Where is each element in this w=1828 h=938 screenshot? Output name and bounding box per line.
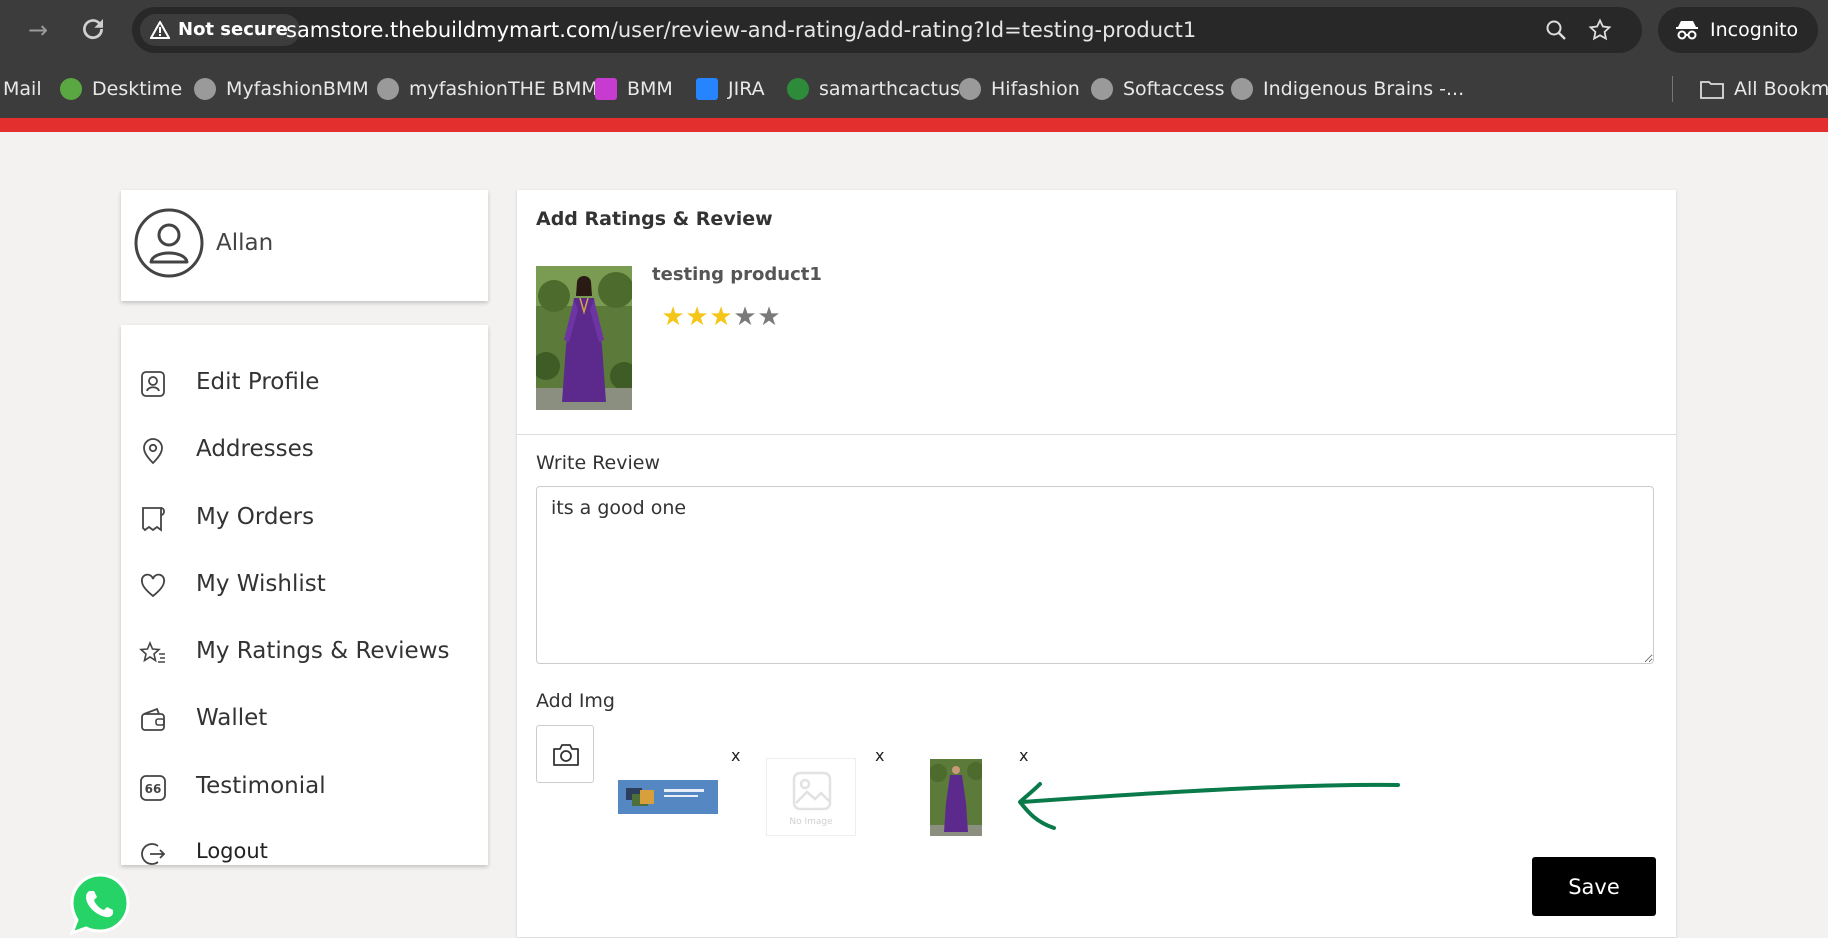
star-filled-icon[interactable]: ★ [685,302,709,332]
bookmarks-divider [1672,76,1673,102]
logout-icon [141,843,166,865]
globe-icon [377,78,399,100]
upload-image-button[interactable] [536,725,594,783]
warning-icon [150,21,170,39]
bookmark-hifashion[interactable]: Hifashion [959,74,1080,104]
user-avatar-icon [134,208,204,278]
account-menu: Edit Profile Addresses My Orders My Wish… [121,325,488,865]
bookmark-jira[interactable]: JIRA [696,74,765,104]
review-textarea[interactable]: its a good one [536,486,1654,664]
star-empty-icon[interactable]: ★ [733,302,757,332]
uploaded-image-placeholder-2: No Image [766,758,856,836]
bookmark-myfashionbmm[interactable]: MyfashionBMM [194,74,369,104]
star-empty-icon[interactable]: ★ [757,302,781,332]
no-image-label: No Image [789,817,833,827]
incognito-label: Incognito [1710,19,1799,41]
wallet-icon [141,707,165,731]
bookmark-star-icon[interactable] [1588,18,1612,42]
location-pin-icon [143,438,163,465]
star-filled-icon[interactable]: ★ [661,302,685,332]
save-button[interactable]: Save [1532,857,1656,916]
menu-item-wallet[interactable]: Wallet [121,694,488,744]
annotation-arrow-icon [1018,782,1400,830]
bookmark-softaccess[interactable]: Softaccess [1091,74,1225,104]
no-image-icon [792,771,832,811]
uploaded-image-thumbnail-1 [618,780,718,814]
user-card-icon [141,371,165,397]
incognito-icon [1676,21,1698,40]
menu-item-addresses[interactable]: Addresses [121,425,488,475]
menu-item-my-orders[interactable]: My Orders [121,493,488,543]
receipt-icon [142,507,165,532]
security-label: Not secure [178,19,288,40]
browser-toolbar: → Not secure samstore.thebuildmymart.com… [0,0,1828,60]
bookmark-mail[interactable]: Mail [3,74,42,104]
image-section-title: Add Img [536,690,615,712]
reload-icon[interactable] [78,14,108,44]
bookmark-all-bookmarks[interactable]: All Bookmar [1700,74,1828,104]
remove-image-1-button[interactable]: x [731,746,740,765]
section-divider [517,434,1676,435]
cactus-icon [787,78,809,100]
url-host: samstore.thebuildmymart.com [286,18,611,42]
remove-image-2-button[interactable]: x [875,746,884,765]
star-rating[interactable]: ★★★★★ [661,302,781,332]
forward-arrow-icon[interactable]: → [28,18,48,42]
bmm-icon [595,78,617,100]
bookmark-desktime[interactable]: Desktime [60,74,182,104]
profile-name: Allan [216,230,274,256]
star-rating-icon [139,640,165,663]
bookmarks-bar: Mail Desktime MyfashionBMM myfashionTHE … [0,60,1828,118]
profile-card: Allan [121,190,488,301]
whatsapp-icon[interactable] [66,870,134,938]
product-image [536,266,632,410]
folder-icon [1700,81,1724,99]
globe-icon [194,78,216,100]
zoom-icon[interactable] [1544,18,1568,42]
review-section-title: Write Review [536,452,660,474]
security-chip[interactable]: Not secure [140,14,300,46]
jira-icon [696,78,718,100]
product-name: testing product1 [652,264,822,285]
globe-icon [1091,78,1113,100]
star-filled-icon[interactable]: ★ [709,302,733,332]
menu-item-my-ratings-reviews[interactable]: My Ratings & Reviews [121,627,488,677]
quote-icon: 66 [140,775,166,801]
url-path: /user/review-and-rating/add-rating?Id=te… [610,18,1197,42]
globe-icon [959,78,981,100]
uploaded-image-thumbnail-3 [930,759,982,836]
menu-item-testimonial[interactable]: 66 Testimonial [121,762,488,812]
bookmark-samarthcactus[interactable]: samarthcactus [787,74,960,104]
menu-item-logout[interactable]: Logout [121,828,488,878]
globe-icon [1231,78,1253,100]
address-bar[interactable]: Not secure samstore.thebuildmymart.com/u… [132,7,1642,53]
camera-icon [553,744,579,766]
desktime-icon [60,78,82,100]
bookmark-myfashionthebmm[interactable]: myfashionTHE BMM [377,74,598,104]
svg-text:66: 66 [145,782,162,796]
menu-item-my-wishlist[interactable]: My Wishlist [121,560,488,610]
url-text[interactable]: samstore.thebuildmymart.com/user/review-… [286,17,1196,43]
remove-image-3-button[interactable]: x [1019,746,1028,765]
rating-section-title: Add Ratings & Review [536,208,773,230]
heart-icon [141,573,165,598]
bookmark-bmm[interactable]: BMM [595,74,673,104]
menu-item-edit-profile[interactable]: Edit Profile [121,358,488,408]
bookmark-indigenous-brains[interactable]: Indigenous Brains -... [1231,74,1464,104]
site-header-accent-bar [0,118,1828,132]
incognito-chip[interactable]: Incognito [1658,7,1818,53]
